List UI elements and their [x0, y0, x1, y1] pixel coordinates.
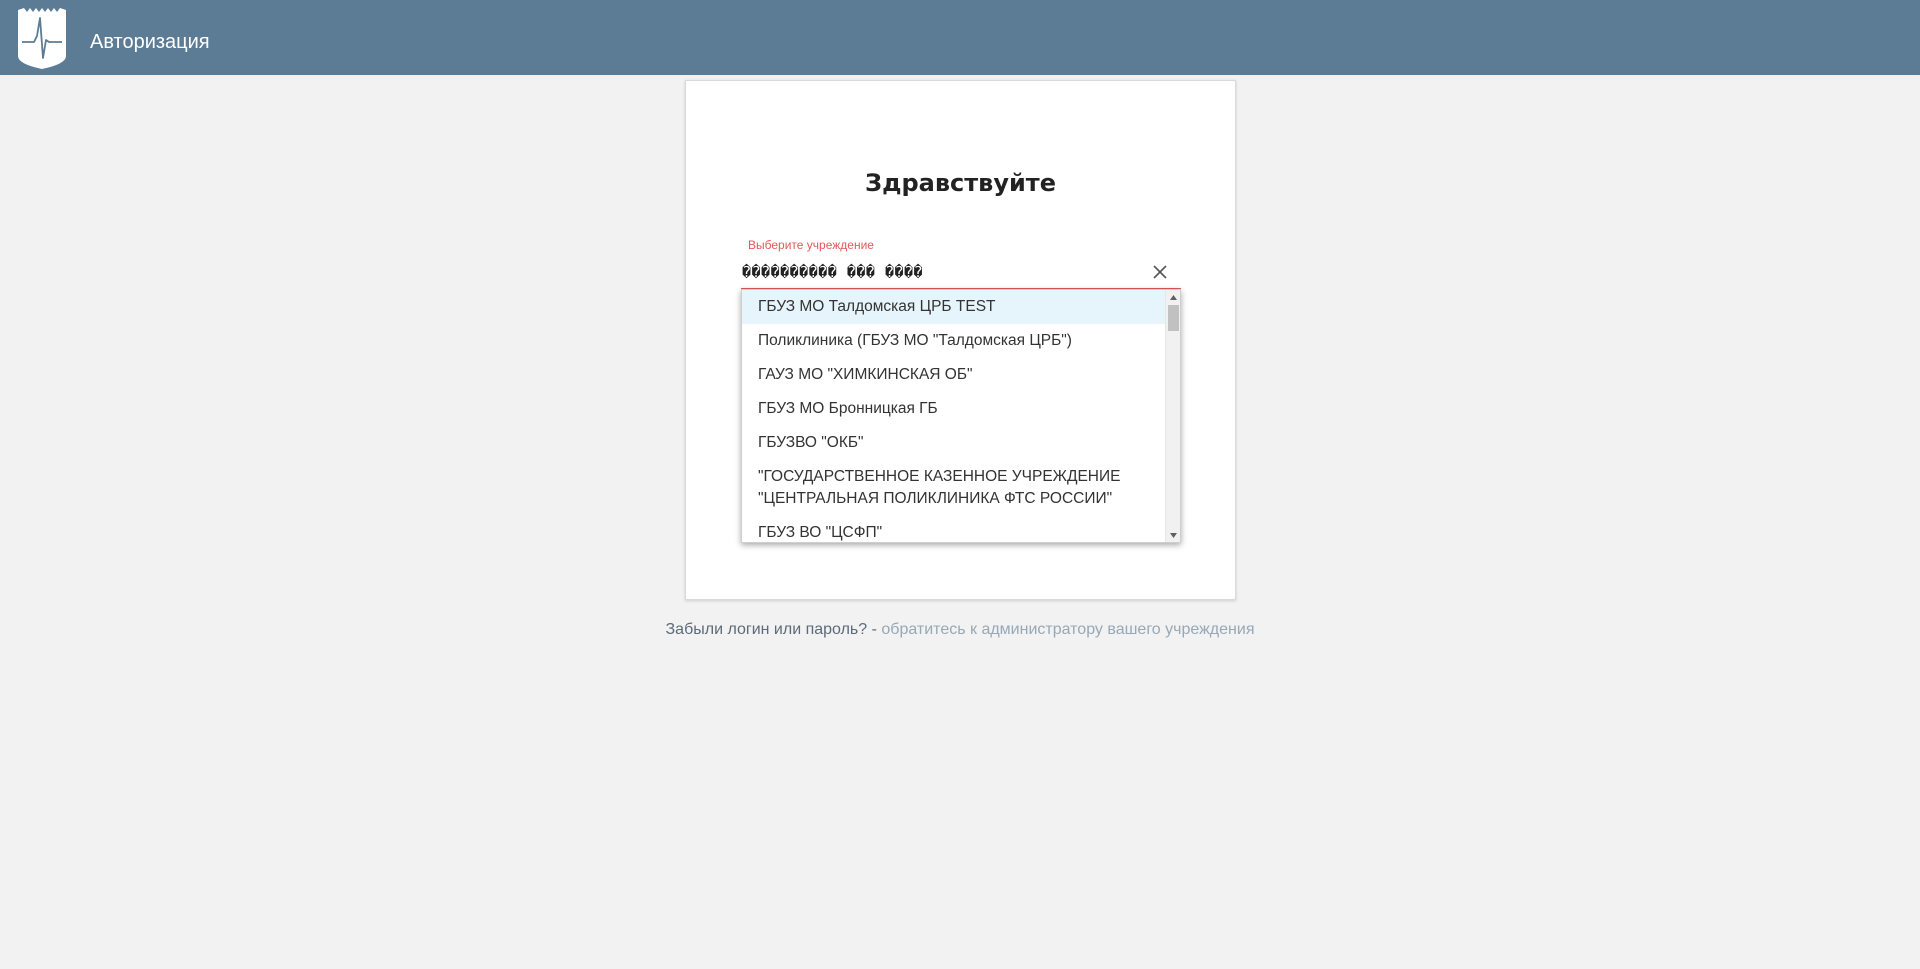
institution-dropdown: ГБУЗ МО Талдомская ЦРБ TEST Поликлиника … — [741, 289, 1181, 543]
scrollbar-thumb[interactable] — [1168, 305, 1179, 331]
institution-option[interactable]: ГБУЗВО "ОКБ" — [742, 426, 1166, 460]
app-title: Авторизация — [90, 31, 210, 53]
forgot-password-note: Забыли логин или пароль? - обратитесь к … — [0, 621, 1920, 639]
login-card: Здравствуйте Выберите учреждение �������… — [685, 80, 1236, 600]
dropdown-scrollbar[interactable] — [1165, 290, 1180, 542]
institution-option[interactable]: Поликлиника (ГБУЗ МО "Талдомская ЦРБ") — [742, 324, 1166, 358]
institution-option[interactable]: ГБУЗ МО Бронницкая ГБ — [742, 392, 1166, 426]
forgot-password-question: Забыли логин или пароль? - — [665, 621, 882, 638]
institution-option[interactable]: ГАУЗ МО "ХИМКИНСКАЯ ОБ" — [742, 358, 1166, 392]
heartbeat-shield-logo-icon — [18, 8, 66, 69]
institution-option[interactable]: ГБУЗ ВО "ЦСФП" — [742, 516, 1166, 542]
top-bar: Авторизация — [0, 0, 1920, 75]
scroll-down-arrow-icon[interactable] — [1166, 528, 1180, 542]
institution-select-value[interactable]: ���������� ��� ���� — [742, 263, 923, 281]
institution-select[interactable]: ���������� ��� ���� — [741, 259, 1181, 289]
greeting-heading: Здравствуйте — [865, 169, 1056, 197]
close-icon[interactable] — [1151, 263, 1169, 281]
institution-option[interactable]: "ГОСУДАРСТВЕННОЕ КАЗЕННОЕ УЧРЕЖДЕНИЕ "ЦЕ… — [742, 460, 1166, 516]
scroll-up-arrow-icon[interactable] — [1166, 290, 1180, 304]
institution-option[interactable]: ГБУЗ МО Талдомская ЦРБ TEST — [742, 290, 1166, 324]
institution-label: Выберите учреждение — [748, 238, 874, 252]
institution-option-list: ГБУЗ МО Талдомская ЦРБ TEST Поликлиника … — [742, 290, 1166, 542]
contact-admin-link[interactable]: обратитесь к администратору вашего учреж… — [881, 621, 1254, 638]
